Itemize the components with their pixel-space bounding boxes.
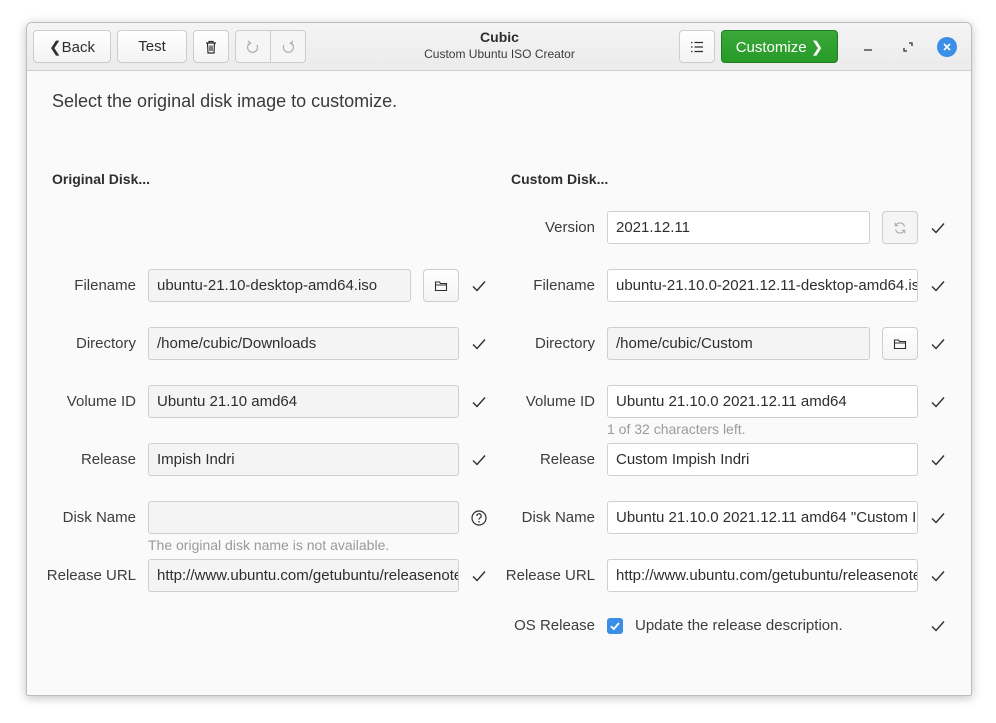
- original-section-title: Original Disk...: [52, 171, 151, 187]
- original-release-label: Release: [80, 451, 136, 468]
- custom-version-check-icon: [931, 223, 945, 234]
- header-bar: ❮Back Test Cubic Custom Ubuntu ISO Creat…: [27, 23, 971, 71]
- cubic-window: ❮Back Test Cubic Custom Ubuntu ISO Creat…: [26, 22, 972, 696]
- redo-icon: [282, 40, 295, 53]
- folder-icon: [434, 280, 448, 291]
- custom-version-field[interactable]: 2021.12.11: [607, 211, 870, 244]
- checkmark-icon: [610, 622, 620, 631]
- original-filename-check-icon: [472, 281, 486, 292]
- original-filename-field[interactable]: ubuntu-21.10-desktop-amd64.iso: [148, 269, 411, 302]
- minimize-icon: [864, 49, 872, 51]
- refresh-icon: [894, 221, 906, 234]
- custom-os-release-check-icon: [931, 621, 945, 632]
- original-volume-id-check-icon: [472, 397, 486, 408]
- content-area: Select the original disk image to custom…: [27, 71, 971, 695]
- custom-directory-label: Directory: [534, 335, 595, 352]
- customize-button[interactable]: Customize ❯: [721, 30, 838, 63]
- original-disk-name-hint: The original disk name is not available.: [148, 537, 390, 553]
- custom-release-url-check-icon: [931, 571, 945, 582]
- original-directory-label: Directory: [75, 335, 136, 352]
- question-icon: [471, 510, 487, 526]
- original-directory-field[interactable]: /home/cubic/Downloads: [148, 327, 459, 360]
- original-volume-id-label: Volume ID: [66, 393, 136, 410]
- undo-icon: [246, 40, 259, 53]
- reset-version-button[interactable]: [882, 211, 918, 244]
- redo-button[interactable]: [270, 30, 306, 63]
- custom-disk-name-check-icon: [931, 513, 945, 524]
- test-button[interactable]: Test: [117, 30, 187, 63]
- custom-directory-field[interactable]: /home/cubic/Custom: [607, 327, 870, 360]
- os-release-checkbox-label[interactable]: Update the release description.: [635, 617, 843, 634]
- custom-directory-check-icon: [931, 339, 945, 350]
- original-release-field[interactable]: Impish Indri: [148, 443, 459, 476]
- close-icon: [937, 37, 957, 57]
- custom-volume-id-check-icon: [931, 397, 945, 408]
- menu-button[interactable]: [679, 30, 715, 63]
- original-release-url-check-icon: [472, 571, 486, 582]
- custom-disk-name-field[interactable]: Ubuntu 21.10.0 2021.12.11 amd64 "Custom …: [607, 501, 918, 534]
- original-release-url-field[interactable]: http://www.ubuntu.com/getubuntu/releasen…: [148, 559, 459, 592]
- delete-button[interactable]: [193, 30, 229, 63]
- original-filename-label: Filename: [74, 277, 136, 294]
- custom-release-url-label: Release URL: [505, 567, 595, 584]
- original-disk-name-label: Disk Name: [62, 509, 136, 526]
- maximize-button[interactable]: [898, 37, 918, 57]
- os-release-checkbox[interactable]: [607, 618, 623, 634]
- custom-filename-check-icon: [931, 281, 945, 292]
- maximize-icon: [903, 42, 913, 52]
- custom-section-title: Custom Disk...: [511, 171, 609, 187]
- close-button[interactable]: [937, 37, 957, 57]
- custom-volume-id-hint: 1 of 32 characters left.: [607, 421, 746, 437]
- custom-os-release-label: OS Release: [514, 617, 595, 634]
- custom-disk-name-label: Disk Name: [521, 509, 595, 526]
- list-icon: [691, 41, 703, 52]
- custom-release-field[interactable]: Custom Impish Indri: [607, 443, 918, 476]
- undo-button[interactable]: [235, 30, 271, 63]
- custom-release-url-field[interactable]: http://www.ubuntu.com/getubuntu/releasen…: [607, 559, 918, 592]
- minimize-button[interactable]: [858, 37, 878, 57]
- custom-volume-id-label: Volume ID: [525, 393, 595, 410]
- back-button[interactable]: ❮Back: [33, 30, 111, 63]
- folder-icon: [893, 338, 907, 349]
- app-title: Cubic: [480, 29, 519, 45]
- custom-browse-button[interactable]: [882, 327, 918, 360]
- custom-volume-id-field[interactable]: Ubuntu 21.10.0 2021.12.11 amd64: [607, 385, 918, 418]
- original-browse-button[interactable]: [423, 269, 459, 302]
- trash-icon: [206, 40, 216, 54]
- original-disk-name-field[interactable]: [148, 501, 459, 534]
- original-volume-id-field[interactable]: Ubuntu 21.10 amd64: [148, 385, 459, 418]
- title-block: Cubic Custom Ubuntu ISO Creator: [377, 29, 622, 62]
- custom-release-check-icon: [931, 455, 945, 466]
- custom-version-label: Version: [544, 219, 595, 236]
- custom-release-label: Release: [539, 451, 595, 468]
- custom-filename-label: Filename: [533, 277, 595, 294]
- original-release-check-icon: [472, 455, 486, 466]
- original-directory-check-icon: [472, 339, 486, 350]
- page-instruction: Select the original disk image to custom…: [52, 91, 398, 111]
- app-subtitle: Custom Ubuntu ISO Creator: [424, 47, 575, 61]
- original-release-url-label: Release URL: [46, 567, 136, 584]
- custom-filename-field[interactable]: ubuntu-21.10.0-2021.12.11-desktop-amd64.…: [607, 269, 918, 302]
